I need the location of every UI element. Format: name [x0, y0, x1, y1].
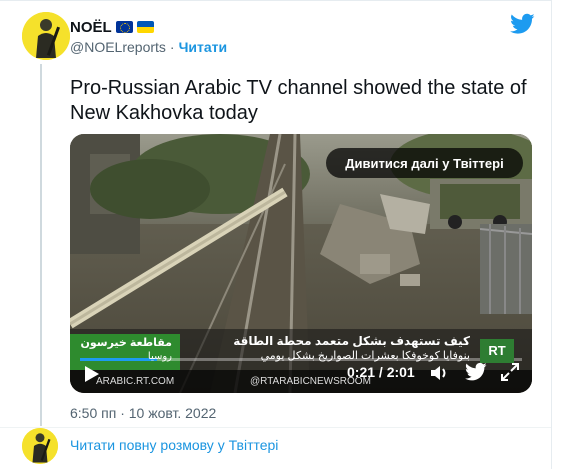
author-handle-row: @NOELreports · Читати: [70, 39, 227, 55]
twitter-bird-icon[interactable]: [510, 13, 535, 35]
author-name[interactable]: NOËL: [70, 19, 112, 36]
overlay-location-1: مقاطعة خيرسون: [80, 337, 172, 349]
play-icon[interactable]: [80, 363, 102, 385]
follow-link[interactable]: Читати: [179, 39, 228, 55]
footer-divider: [0, 427, 551, 428]
tweet-timestamp[interactable]: 6:50 пп · 10 жовт. 2022: [70, 405, 216, 421]
expand-icon[interactable]: [500, 362, 520, 382]
author-avatar-small[interactable]: [22, 428, 58, 464]
volume-icon[interactable]: [428, 362, 450, 384]
watch-on-twitter-button[interactable]: Дивитися далі у Твіттері: [326, 148, 523, 178]
tweet-text: Pro-Russian Arabic TV channel showed the…: [70, 77, 527, 124]
watermark-left: ARABIC.RT.COM: [96, 376, 175, 387]
thread-line: [40, 64, 42, 426]
card-border-right: [551, 0, 552, 469]
read-full-conversation-link[interactable]: Читати повну розмову у Твіттері: [70, 437, 278, 453]
eu-flag-icon: [115, 21, 133, 33]
twitter-icon[interactable]: [465, 362, 487, 382]
overlay-location-2: روسيا: [147, 351, 172, 362]
overlay-headline-2: بنوفايا كوخوفكا بعشرات الصواريخ بشكل يوم…: [260, 350, 470, 362]
author-name-row[interactable]: NOËL: [70, 17, 154, 37]
rt-channel-logo: RT: [488, 343, 506, 358]
separator-dot: ·: [169, 39, 175, 55]
tweet-embed-card: NOËL @NOELreports · Читати Pro-Russian A…: [0, 0, 571, 469]
overlay-headline-1: كيف تستهدف بشكل متعمد محطة الطاقة: [233, 334, 470, 348]
ukraine-flag-icon: [136, 21, 154, 33]
author-handle[interactable]: @NOELreports: [70, 39, 166, 55]
card-border-top: [0, 0, 552, 1]
video-time: 0:21 / 2:01: [347, 364, 415, 380]
author-avatar[interactable]: [22, 12, 70, 60]
